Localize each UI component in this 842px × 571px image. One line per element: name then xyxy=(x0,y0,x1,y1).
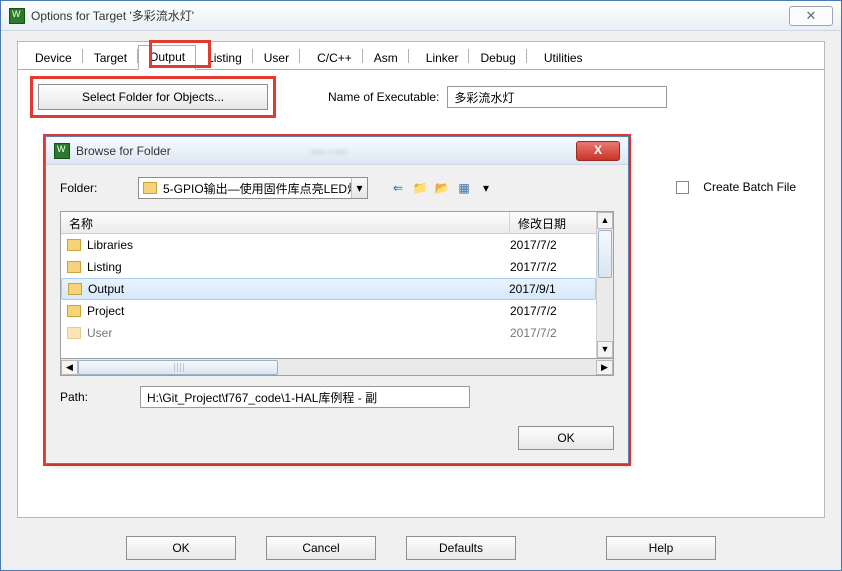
browse-dialog: Browse for Folder —···— X Folder: 5-GPIO… xyxy=(45,136,629,464)
up-one-level-icon[interactable]: 📁 xyxy=(412,180,428,196)
tab-asm[interactable]: Asm xyxy=(363,46,409,70)
tab-bar: Device Target Output Listing User C/C++ … xyxy=(18,42,824,70)
browse-title: Browse for Folder xyxy=(76,144,305,158)
view-icon[interactable]: ▦ xyxy=(456,180,472,196)
executable-name-input[interactable] xyxy=(447,86,667,108)
list-item[interactable]: User2017/7/2 xyxy=(61,322,596,344)
cancel-button[interactable]: Cancel xyxy=(266,536,376,560)
list-rows: Libraries2017/7/2 Listing2017/7/2 Output… xyxy=(61,234,596,358)
chevron-down-icon[interactable]: ▾ xyxy=(351,178,367,198)
browse-titlebar: Browse for Folder —···— X xyxy=(46,137,628,165)
window-title: Options for Target '多彩流水灯' xyxy=(31,7,789,24)
list-item[interactable]: Listing2017/7/2 xyxy=(61,256,596,278)
folder-combo-text: 5-GPIO输出—使用固件库点亮LED灯 xyxy=(161,180,351,197)
path-label: Path: xyxy=(60,390,130,404)
scroll-right-icon[interactable]: ▶ xyxy=(596,360,613,375)
tab-user[interactable]: User xyxy=(253,46,300,70)
scroll-left-icon[interactable]: ◀ xyxy=(61,360,78,375)
folder-icon xyxy=(68,283,82,295)
scroll-down-icon[interactable]: ▼ xyxy=(597,341,613,358)
scroll-thumb[interactable] xyxy=(598,230,612,278)
list-item-label: User xyxy=(87,326,510,340)
tab-cpp[interactable]: C/C++ xyxy=(306,46,363,70)
tab-device[interactable]: Device xyxy=(24,46,83,70)
list-item[interactable]: Output2017/9/1 xyxy=(61,278,596,300)
list-item-date: 2017/7/2 xyxy=(510,260,590,274)
list-item-date: 2017/7/2 xyxy=(510,238,590,252)
folder-list: 名称 修改日期 Libraries2017/7/2 Listing2017/7/… xyxy=(60,211,614,359)
ok-button[interactable]: OK xyxy=(126,536,236,560)
folder-icon xyxy=(67,327,81,339)
tab-utilities[interactable]: Utilities xyxy=(533,46,594,70)
folder-label: Folder: xyxy=(60,181,130,195)
create-batch-checkbox[interactable] xyxy=(676,181,689,194)
window-close-button[interactable]: ✕ xyxy=(789,6,833,26)
column-date[interactable]: 修改日期 xyxy=(510,212,596,233)
tab-linker[interactable]: Linker xyxy=(415,46,470,70)
app-icon xyxy=(54,143,70,159)
list-item[interactable]: Project2017/7/2 xyxy=(61,300,596,322)
folder-icon xyxy=(67,239,81,251)
create-batch-label: Create Batch File xyxy=(703,180,796,194)
list-item-label: Project xyxy=(87,304,510,318)
defaults-button[interactable]: Defaults xyxy=(406,536,516,560)
folder-icon xyxy=(143,182,157,194)
list-header: 名称 修改日期 xyxy=(61,212,596,234)
scroll-thumb[interactable] xyxy=(78,360,278,375)
name-of-executable-label: Name of Executable: xyxy=(328,90,439,104)
titlebar: Options for Target '多彩流水灯' ✕ xyxy=(1,1,841,31)
path-input[interactable] xyxy=(140,386,470,408)
list-item-label: Listing xyxy=(87,260,510,274)
bottom-button-bar: OK Cancel Defaults Help xyxy=(1,536,841,560)
list-item-date: 2017/9/1 xyxy=(509,282,589,296)
folder-combo[interactable]: 5-GPIO输出—使用固件库点亮LED灯 ▾ xyxy=(138,177,368,199)
folder-icon xyxy=(67,305,81,317)
list-item-label: Output xyxy=(88,282,509,296)
browse-body: Folder: 5-GPIO输出—使用固件库点亮LED灯 ▾ ⇐ 📁 📂 ▦ ▾ xyxy=(46,165,628,462)
highlight-tab-output xyxy=(149,40,211,68)
list-item-date: 2017/7/2 xyxy=(510,326,590,340)
vertical-scrollbar[interactable]: ▲ ▼ xyxy=(596,212,613,358)
list-item-date: 2017/7/2 xyxy=(510,304,590,318)
list-item-label: Libraries xyxy=(87,238,510,252)
new-folder-icon[interactable]: 📂 xyxy=(434,180,450,196)
tab-target[interactable]: Target xyxy=(83,46,138,70)
folder-toolbar: ⇐ 📁 📂 ▦ ▾ xyxy=(390,180,494,196)
app-icon xyxy=(9,8,25,24)
tab-debug[interactable]: Debug xyxy=(469,46,526,70)
create-batch-row: Create Batch File xyxy=(676,180,796,194)
list-item[interactable]: Libraries2017/7/2 xyxy=(61,234,596,256)
browse-ok-button[interactable]: OK xyxy=(518,426,614,450)
back-icon[interactable]: ⇐ xyxy=(390,180,406,196)
blurred-text: —···— xyxy=(311,144,347,158)
help-button[interactable]: Help xyxy=(606,536,716,560)
column-name[interactable]: 名称 xyxy=(61,212,510,233)
options-window: Options for Target '多彩流水灯' ✕ Device Targ… xyxy=(0,0,842,571)
dropdown-icon[interactable]: ▾ xyxy=(478,180,494,196)
folder-icon xyxy=(67,261,81,273)
scroll-up-icon[interactable]: ▲ xyxy=(597,212,613,229)
output-panel: Select Folder for Objects... Name of Exe… xyxy=(18,70,824,124)
horizontal-scrollbar[interactable]: ◀ ▶ xyxy=(60,359,614,376)
highlight-select-folder xyxy=(30,76,276,118)
browse-close-button[interactable]: X xyxy=(576,141,620,161)
